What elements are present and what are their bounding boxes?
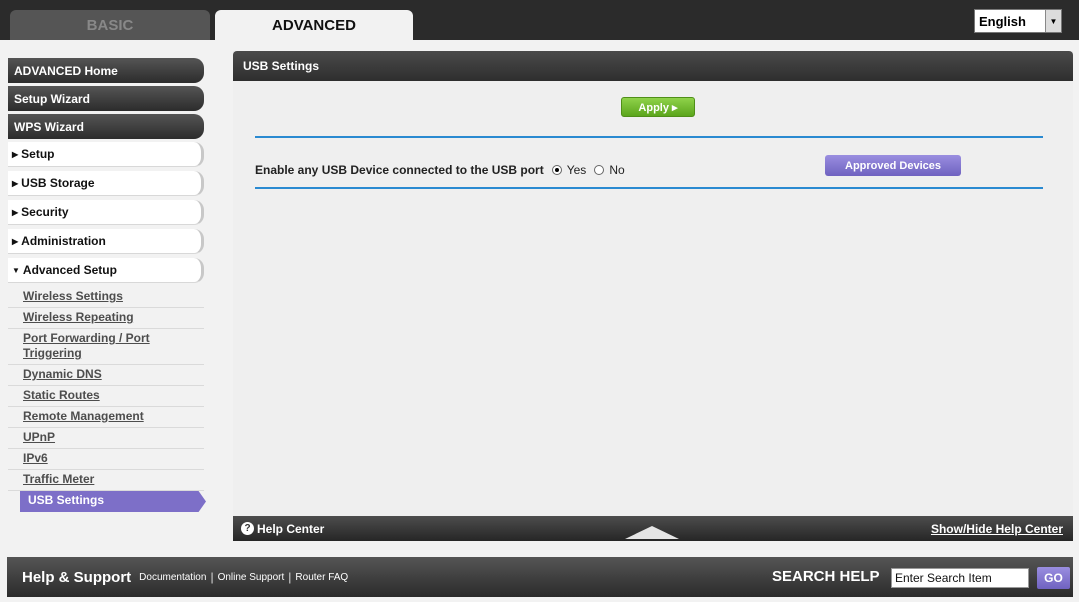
language-select[interactable]: English ▼ [974,9,1062,33]
search-input[interactable]: Enter Search Item [891,568,1029,588]
sidebar-section-usb-storage[interactable]: ▶ USB Storage [8,171,204,196]
show-hide-help-link[interactable]: Show/Hide Help Center [931,522,1063,536]
sidebar-item-dynamic-dns[interactable]: Dynamic DNS [8,365,204,386]
help-center-link[interactable]: ? Help Center [233,522,324,536]
panel-body: Apply ▸ Enable any USB Device connected … [233,81,1073,516]
sidebar-item-usb-settings[interactable]: USB Settings [20,491,206,512]
panel-title: USB Settings [233,51,1073,81]
top-bar: BASIC ADVANCED English ▼ [0,0,1079,40]
sidebar-item-static-routes[interactable]: Static Routes [8,386,204,407]
approved-devices-button[interactable]: Approved Devices [825,155,961,176]
separator: | [210,570,214,584]
main-panel: USB Settings Apply ▸ Enable any USB Devi… [233,51,1073,541]
sidebar-section-administration[interactable]: ▶ Administration [8,229,204,254]
sidebar-section-label: Setup [21,147,55,161]
radio-no-label: No [609,163,625,177]
sidebar-item-traffic-meter[interactable]: Traffic Meter [8,470,204,491]
sidebar-section-label: Advanced Setup [22,263,117,277]
link-documentation[interactable]: Documentation [139,572,206,583]
sidebar-section-security[interactable]: ▶ Security [8,200,204,225]
radio-no[interactable]: No [594,163,625,177]
triangle-right-icon: ▶ [12,178,19,188]
usb-enable-label: Enable any USB Device connected to the U… [255,163,544,177]
divider-top [255,136,1043,138]
language-value: English [979,13,1026,29]
sidebar-section-advanced-setup[interactable]: ▼ Advanced Setup [8,258,204,283]
triangle-right-icon: ▶ [12,236,19,246]
divider-bottom [255,187,1043,189]
tab-basic[interactable]: BASIC [10,10,210,40]
advanced-setup-submenu: Wireless Settings Wireless Repeating Por… [8,287,206,512]
help-center-label: Help Center [257,521,325,536]
search-help-label: SEARCH HELP [772,568,880,585]
triangle-down-icon: ▼ [12,265,20,275]
radio-no-dot[interactable] [594,165,605,175]
triangle-right-icon: ▶ [12,207,19,217]
sidebar: ADVANCED Home Setup Wizard WPS Wizard ▶ … [8,58,206,512]
tab-advanced[interactable]: ADVANCED [215,10,413,40]
help-question-icon: ? [241,522,254,535]
sidebar-item-wireless-repeating[interactable]: Wireless Repeating [8,308,204,329]
help-center-bar: ? Help Center Show/Hide Help Center [233,516,1073,541]
chevron-down-icon[interactable]: ▼ [1045,10,1061,32]
link-online-support[interactable]: Online Support [218,572,285,583]
triangle-right-icon: ▶ [12,149,19,159]
radio-yes[interactable]: Yes [551,163,587,177]
sidebar-item-upnp[interactable]: UPnP [8,428,204,449]
sidebar-item-ipv6[interactable]: IPv6 [8,449,204,470]
sidebar-item-port-forwarding[interactable]: Port Forwarding / Port Triggering [8,329,204,365]
sidebar-section-setup[interactable]: ▶ Setup [8,142,204,167]
sidebar-item-wireless-settings[interactable]: Wireless Settings [8,287,204,308]
sidebar-item-remote-management[interactable]: Remote Management [8,407,204,428]
expand-arrow-icon[interactable] [625,526,679,539]
radio-yes-dot[interactable] [551,165,562,175]
sidebar-item-wps-wizard[interactable]: WPS Wizard [8,114,204,139]
radio-yes-label: Yes [566,163,587,177]
sidebar-item-advanced-home[interactable]: ADVANCED Home [8,58,204,83]
sidebar-section-label: Security [21,205,69,219]
help-support-footer: Help & Support Documentation | Online Su… [7,557,1073,597]
link-router-faq[interactable]: Router FAQ [295,572,348,583]
help-support-title: Help & Support [22,568,132,586]
sidebar-section-label: USB Storage [21,176,95,190]
sidebar-item-setup-wizard[interactable]: Setup Wizard [8,86,204,111]
go-button[interactable]: GO [1037,567,1070,589]
separator: | [288,570,292,584]
apply-button[interactable]: Apply ▸ [621,97,695,117]
sidebar-section-label: Administration [21,234,106,248]
